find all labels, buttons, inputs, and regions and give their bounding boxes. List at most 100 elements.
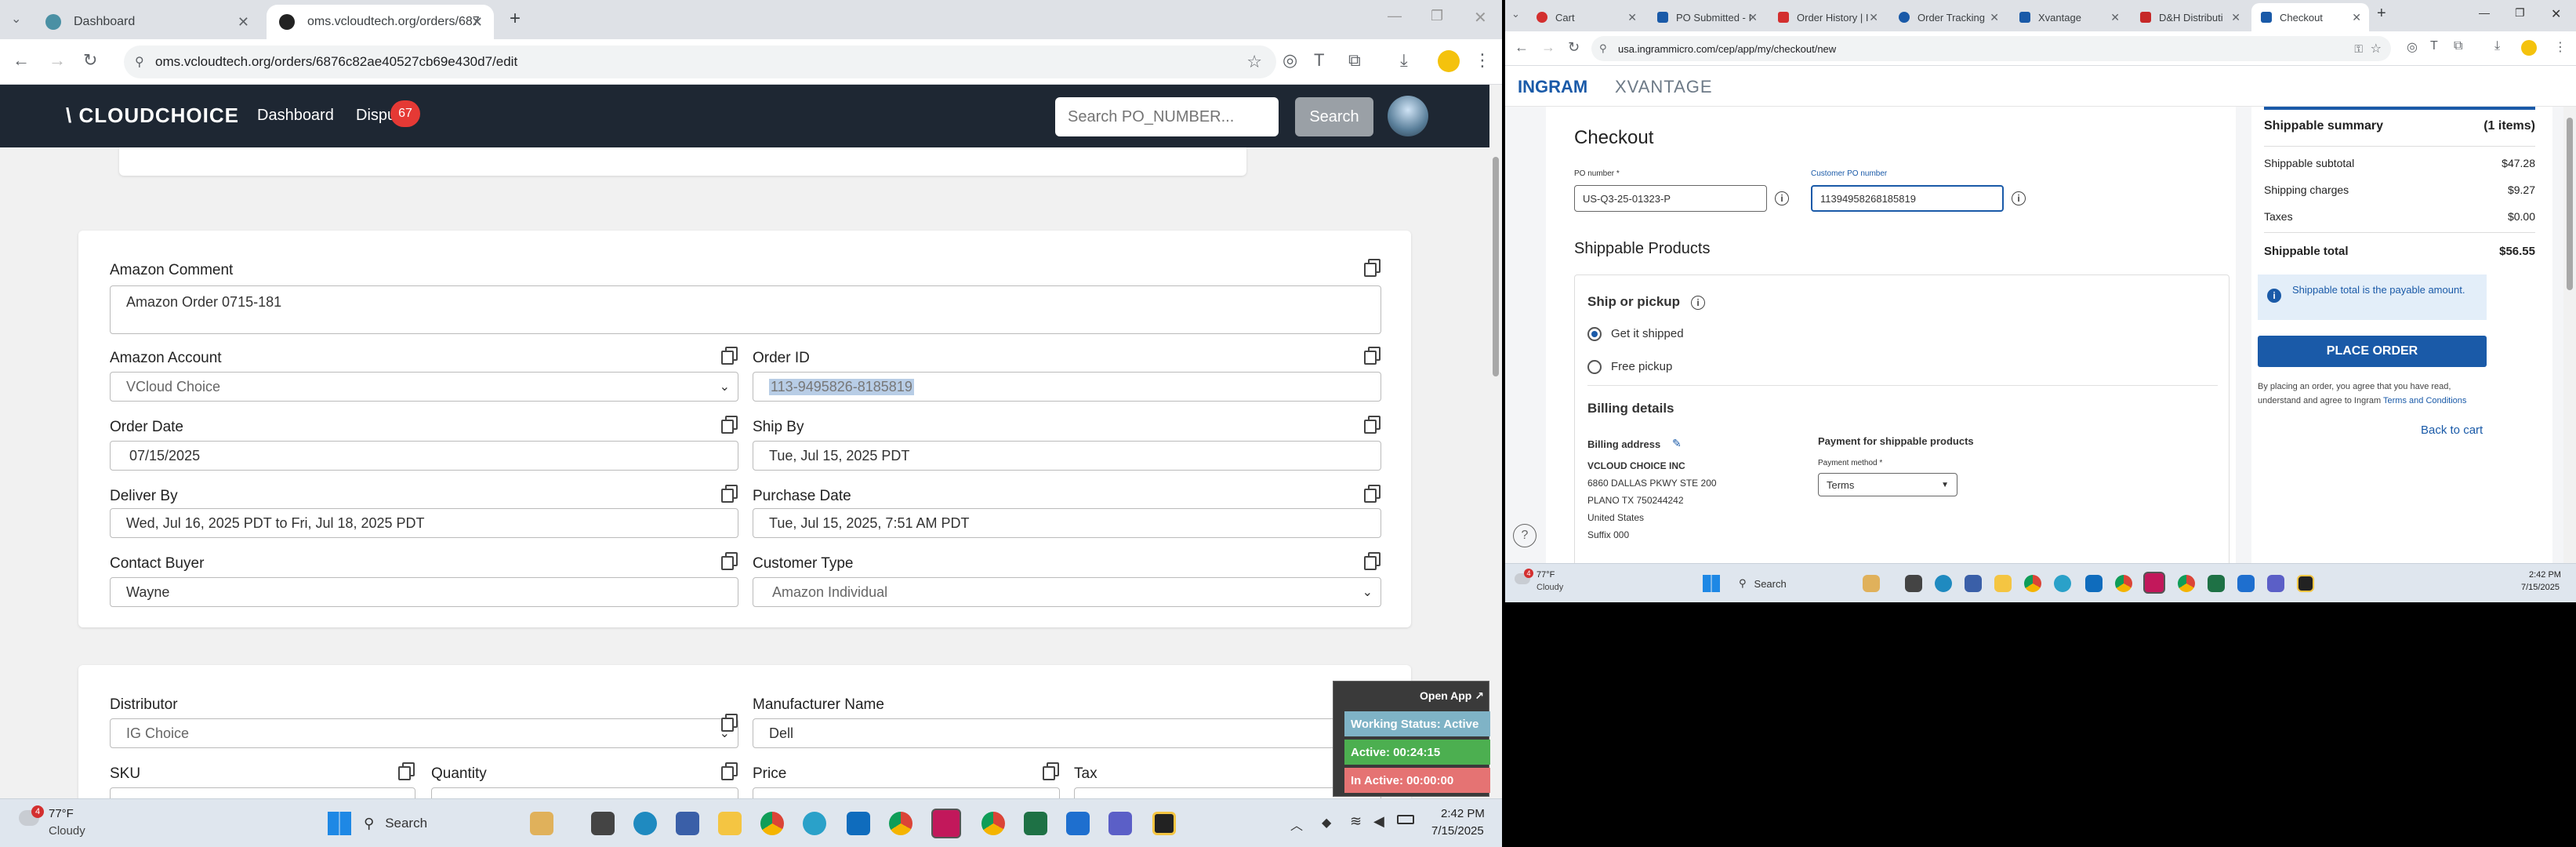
close-tab-icon[interactable]: ✕ [471, 14, 483, 31]
outlook-icon[interactable] [2085, 575, 2103, 592]
cloudchoice-logo[interactable]: \ CLOUDCHOICE [66, 104, 239, 128]
copy-icon[interactable] [721, 714, 738, 732]
open-app-link[interactable]: Open App ↗ [1420, 689, 1484, 703]
ship-by-field[interactable]: Tue, Jul 15, 2025 PDT [753, 441, 1381, 471]
free-pickup-radio[interactable] [1587, 360, 1602, 374]
order-date-field[interactable]: 07/15/2025 [110, 441, 738, 471]
edge-browser-icon[interactable] [2054, 575, 2071, 592]
copy-icon[interactable] [721, 762, 738, 780]
teams-icon[interactable] [1108, 812, 1132, 835]
copy-icon[interactable] [721, 347, 738, 365]
task-view-icon[interactable] [1905, 575, 1922, 592]
url-input[interactable]: ⚲ oms.vcloudtech.org/orders/6876c82ae405… [124, 45, 1276, 78]
sticky-app-icon[interactable] [1152, 812, 1176, 835]
forward-icon[interactable]: → [49, 50, 66, 71]
edge-icon[interactable] [1935, 575, 1952, 592]
close-tab-icon[interactable]: ✕ [1627, 11, 1637, 24]
clock-time[interactable]: 2:42 PM [2529, 570, 2561, 580]
distributor-select[interactable]: IG Choice ⌄ [110, 718, 738, 748]
close-tab-icon[interactable]: ✕ [1869, 11, 1878, 24]
ingram-logo[interactable]: INGRAM [1518, 77, 1587, 97]
chrome-profile-icon[interactable] [2115, 575, 2132, 592]
close-tab-icon[interactable]: ✕ [2352, 11, 2361, 24]
copy-icon[interactable] [721, 416, 738, 434]
extension-icon[interactable]: ◎ [2407, 39, 2418, 55]
tray-chevron-icon[interactable]: ︿ [1290, 815, 1303, 834]
chrome-alt-icon[interactable] [2178, 575, 2195, 592]
order-id-field[interactable]: 113-9495826-8185819 [753, 372, 1381, 402]
task-view-icon[interactable] [591, 812, 615, 835]
tab-dh-distributing[interactable]: D&H Distributi ✕ [2131, 3, 2248, 31]
copy-icon[interactable] [1364, 347, 1381, 365]
close-tab-icon[interactable]: ✕ [2231, 11, 2240, 24]
calculator-icon[interactable] [1965, 575, 1982, 592]
restore-icon[interactable]: ❐ [2515, 6, 2525, 20]
copy-icon[interactable] [1364, 259, 1381, 277]
help-icon[interactable]: ? [1513, 524, 1537, 547]
copy-icon[interactable] [1364, 552, 1381, 570]
excel-icon[interactable] [2208, 575, 2225, 592]
sticky-app-icon[interactable] [2297, 575, 2314, 592]
taskbar-search[interactable]: ⚲ Search [364, 809, 521, 838]
bookmark-star-icon[interactable]: ☆ [1246, 52, 1262, 72]
tab-xvantage[interactable]: Xvantage ✕ [2010, 3, 2128, 31]
volume-icon[interactable]: ◀ [1373, 813, 1384, 830]
get-it-shipped-radio[interactable] [1587, 327, 1602, 341]
extensions-puzzle-icon[interactable]: ⧉ [2454, 39, 2462, 53]
user-avatar[interactable] [1388, 96, 1428, 136]
clock-date[interactable]: 7/15/2025 [2521, 583, 2560, 592]
profile-icon[interactable] [2521, 40, 2537, 56]
site-info-icon[interactable]: ⚲ [135, 54, 144, 70]
active-app-icon[interactable] [931, 809, 961, 838]
new-tab-icon[interactable]: + [2377, 5, 2386, 23]
search-button[interactable]: Search [1295, 97, 1373, 136]
page-scrollbar-thumb[interactable] [2567, 118, 2573, 290]
deliver-by-field[interactable]: Wed, Jul 16, 2025 PDT to Fri, Jul 18, 20… [110, 508, 738, 538]
info-icon[interactable]: i [1775, 191, 1789, 205]
minimize-icon[interactable]: — [1388, 8, 1402, 24]
site-info-icon[interactable]: ⚲ [1599, 42, 1607, 55]
nav-dashboard[interactable]: Dashboard [257, 107, 334, 125]
quantity-field[interactable] [431, 787, 738, 798]
snipping-tool-icon[interactable] [2237, 575, 2255, 592]
back-to-cart-link[interactable]: Back to cart [2421, 424, 2483, 437]
tab-dashboard[interactable]: Dashboard ✕ [33, 5, 260, 39]
chrome-alt-icon[interactable] [981, 812, 1005, 835]
file-explorer-icon[interactable] [1994, 575, 2012, 592]
tab-order-tracking[interactable]: Order Tracking ✕ [1889, 3, 2007, 31]
price-field[interactable] [753, 787, 1060, 798]
extensions-puzzle-icon[interactable]: ⧉ [1348, 50, 1361, 71]
restore-icon[interactable]: ❐ [1431, 8, 1443, 24]
tab-search-icon[interactable]: ⌄ [1511, 8, 1520, 20]
menu-kebab-icon[interactable]: ⋮ [1474, 50, 1491, 71]
wifi-icon[interactable]: ≋ [1350, 813, 1362, 830]
minimize-icon[interactable]: — [2479, 6, 2490, 19]
extension-icon[interactable]: ◎ [1283, 50, 1297, 71]
tab-search-icon[interactable]: ⌄ [11, 11, 21, 27]
info-icon[interactable]: i [2012, 191, 2026, 205]
calculator-icon[interactable] [676, 812, 699, 835]
tab-cart[interactable]: Cart ✕ [1527, 3, 1645, 31]
copy-icon[interactable] [1364, 485, 1381, 503]
edge-browser-icon[interactable] [803, 812, 826, 835]
po-number-input[interactable]: US-Q3-25-01323-P [1574, 185, 1767, 212]
close-window-icon[interactable]: ✕ [2551, 6, 2561, 22]
battery-icon[interactable] [1397, 815, 1414, 824]
reload-icon[interactable]: ↻ [1568, 39, 1580, 56]
close-tab-icon[interactable]: ✕ [1748, 11, 1758, 24]
widgets-icon[interactable] [530, 812, 553, 835]
taskbar-search[interactable]: ⚲ Search [1739, 573, 1856, 594]
customer-po-input[interactable]: 11394958268185819 [1811, 185, 2004, 212]
windows-start-icon[interactable] [1703, 575, 1720, 592]
new-tab-icon[interactable]: + [510, 8, 521, 30]
password-key-icon[interactable]: ⚿ [2354, 42, 2363, 56]
manufacturer-select[interactable]: Dell ⌄ [753, 718, 1381, 748]
windows-start-icon[interactable] [328, 812, 351, 835]
amazon-account-select[interactable]: VCloud Choice ⌄ [110, 372, 738, 402]
close-tab-icon[interactable]: ✕ [1990, 11, 1999, 24]
translate-icon[interactable]: T [2430, 39, 2438, 53]
chrome-icon[interactable] [760, 812, 784, 835]
copy-icon[interactable] [398, 762, 415, 780]
copy-icon[interactable] [1043, 762, 1059, 780]
contact-buyer-field[interactable]: Wayne [110, 577, 738, 607]
